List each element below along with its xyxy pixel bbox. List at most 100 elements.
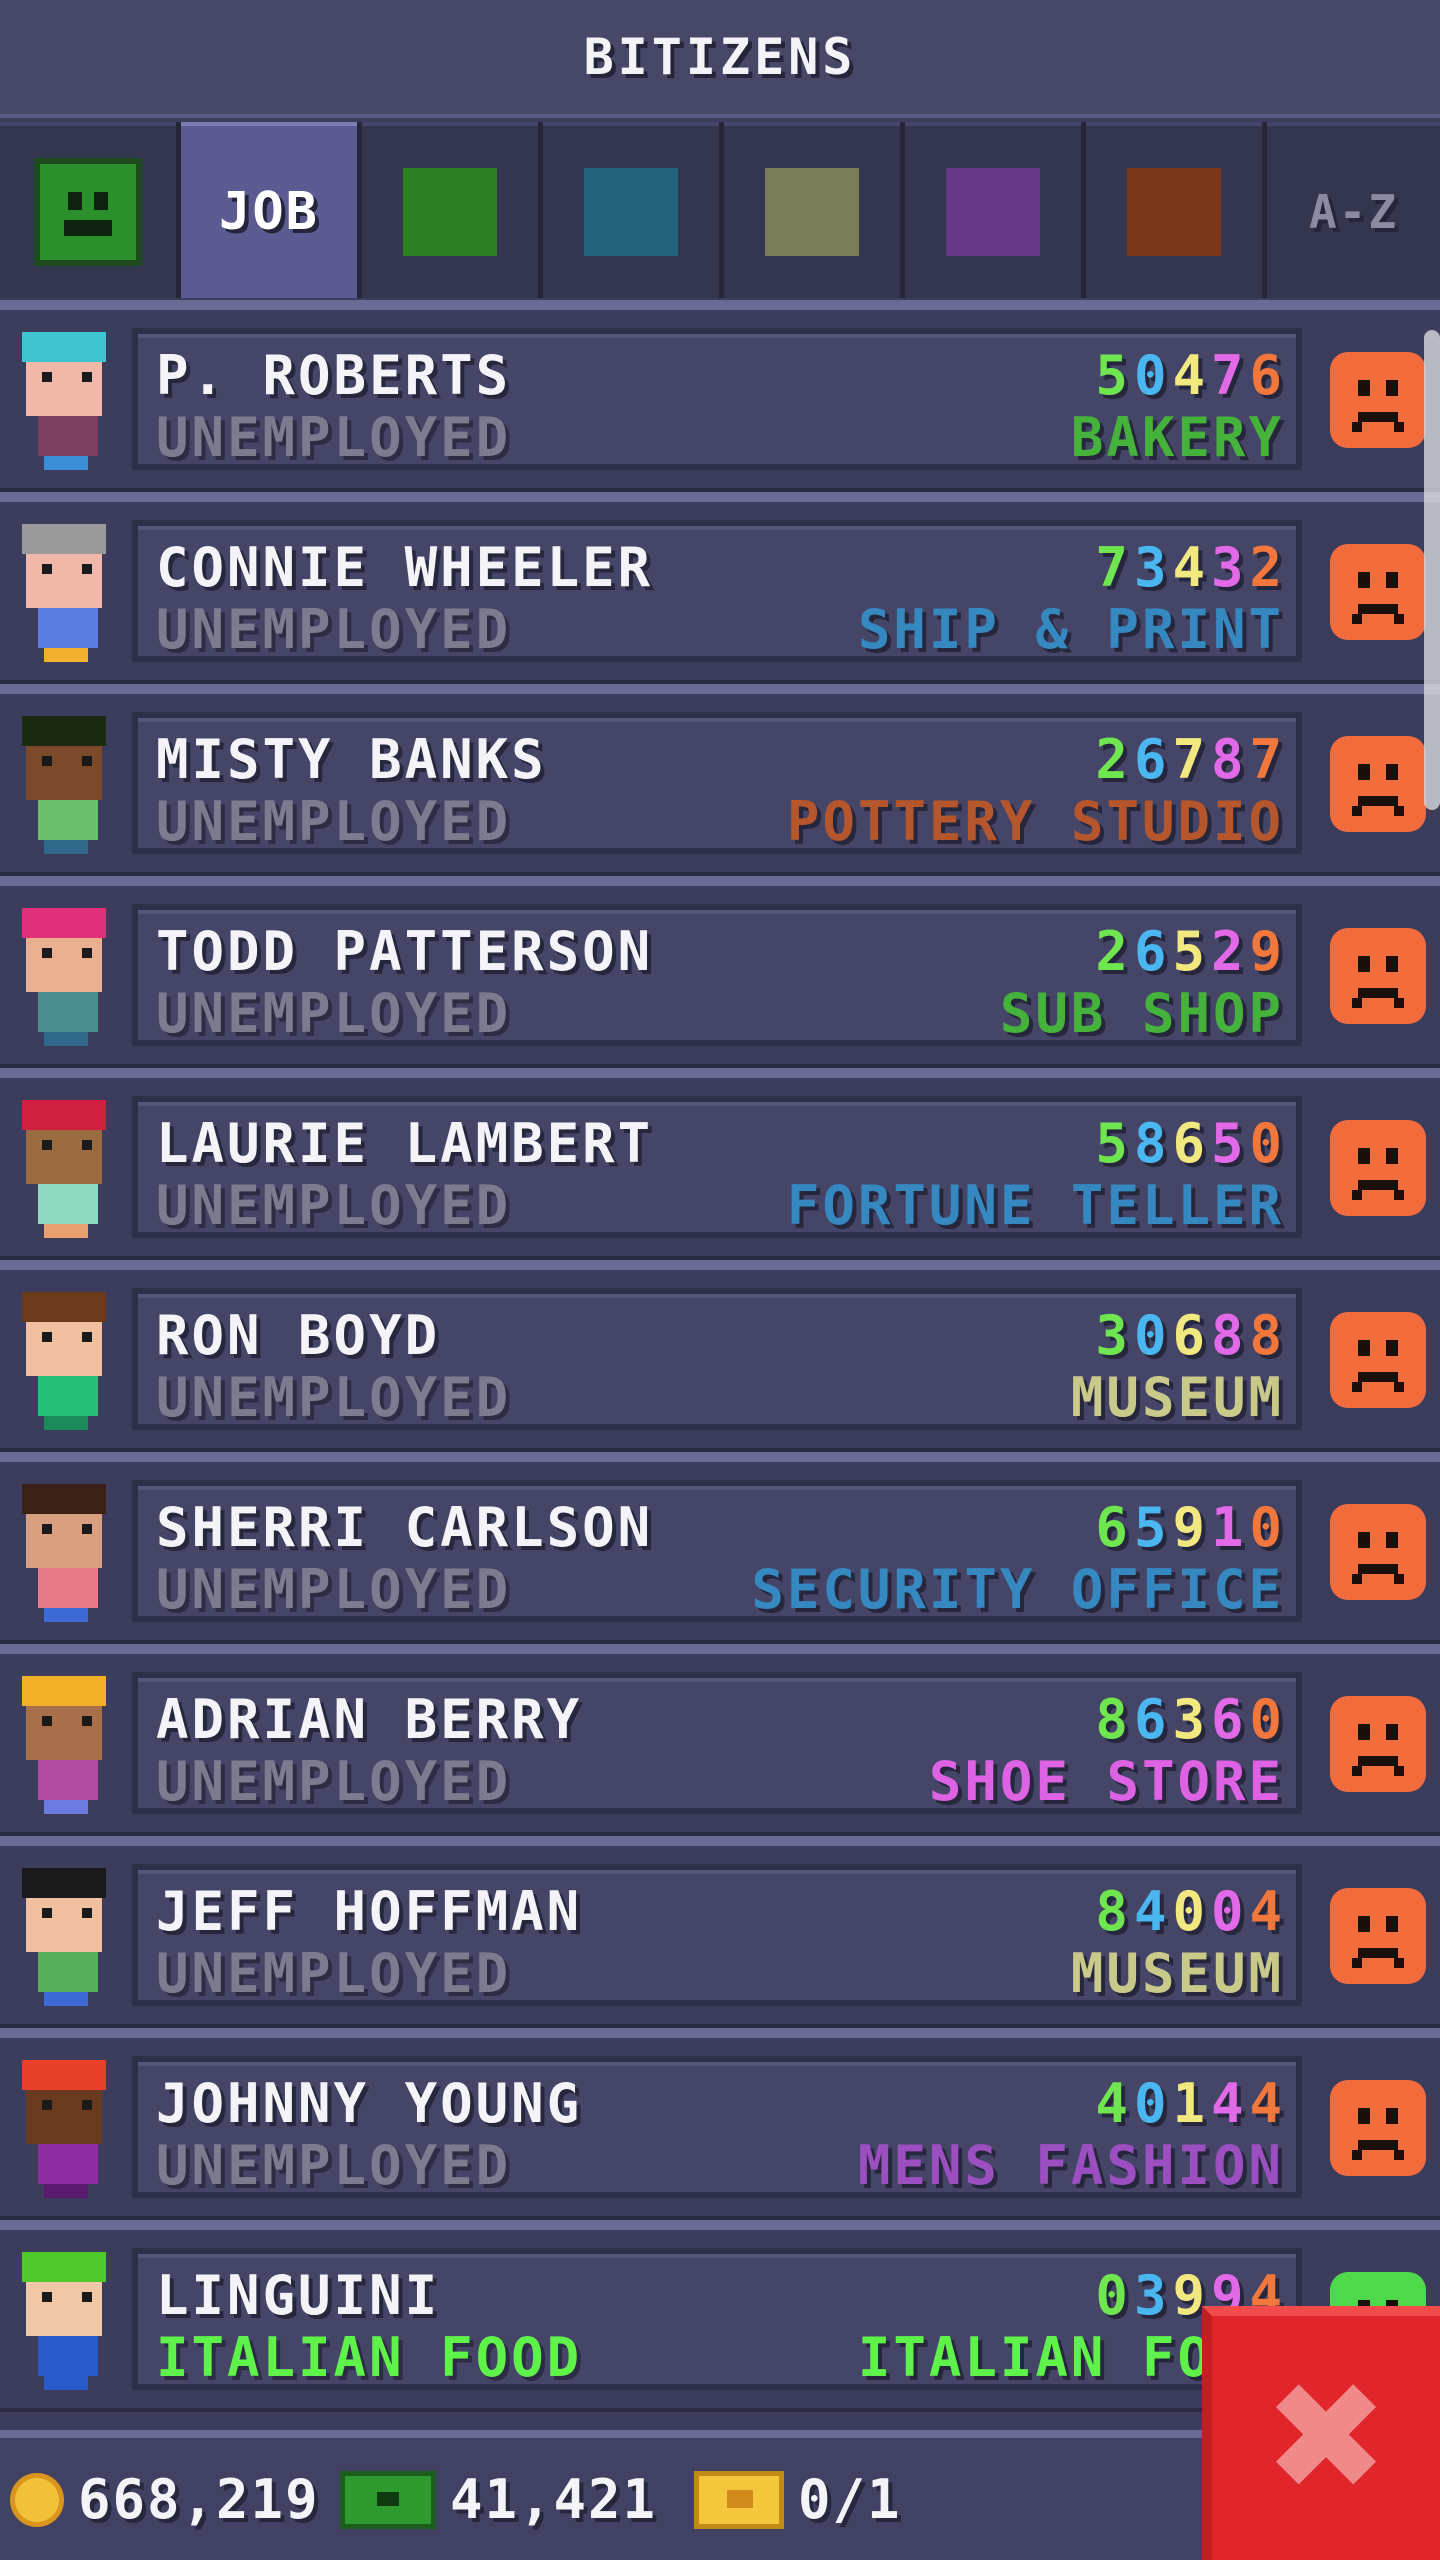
bitizen-card[interactable]: MISTY BANKS UNEMPLOYED 26787 POTTERY STU… (132, 712, 1302, 854)
tab-job[interactable]: JOB (181, 122, 357, 298)
skill-stats: 73432 (1095, 536, 1288, 599)
stat-digit: 9 (1172, 1496, 1211, 1559)
stat-digit: 8 (1249, 1304, 1288, 1367)
bux-icon (340, 2470, 436, 2529)
stat-digit: 3 (1133, 536, 1173, 599)
bitizen-name: P. ROBERTS (156, 344, 512, 407)
stat-digit: 5 (1172, 920, 1211, 983)
bitizen-row[interactable]: LAURIE LAMBERT UNEMPLOYED 58650 FORTUNE … (0, 1068, 1440, 1260)
tab-recreation[interactable] (724, 122, 900, 298)
sad-face-icon (1330, 2080, 1426, 2176)
bitizen-card[interactable]: P. ROBERTS UNEMPLOYED 50476 BAKERY (132, 328, 1302, 470)
stat-digit: 3 (1133, 2264, 1173, 2327)
stat-digit: 0 (1249, 1688, 1288, 1751)
skill-stats: 86360 (1095, 1688, 1288, 1751)
dream-job: POTTERY STUDIO (786, 790, 1284, 853)
bitizen-card[interactable]: LINGUINI ITALIAN FOOD 03994 ITALIAN FOOD (132, 2248, 1302, 2390)
tab-job-label: JOB (219, 182, 319, 242)
bitizen-card[interactable]: TODD PATTERSON UNEMPLOYED 26529 SUB SHOP (132, 904, 1302, 1046)
food-category-swatch (403, 168, 497, 256)
sad-face-icon (1330, 352, 1426, 448)
bitizen-avatar[interactable] (14, 1484, 114, 1624)
current-job: UNEMPLOYED (156, 1750, 512, 1813)
creative-category-swatch (1127, 168, 1221, 256)
dream-job: SECURITY OFFICE (751, 1558, 1284, 1621)
current-job: UNEMPLOYED (156, 1366, 512, 1429)
bitizen-card[interactable]: ADRIAN BERRY UNEMPLOYED 86360 SHOE STORE (132, 1672, 1302, 1814)
current-job: UNEMPLOYED (156, 1558, 512, 1621)
stat-digit: 1 (1172, 2072, 1211, 2135)
scrollbar[interactable] (1424, 330, 1440, 810)
stat-digit: 5 (1095, 344, 1134, 407)
skill-stats: 30688 (1095, 1304, 1288, 1367)
bitizen-list: P. ROBERTS UNEMPLOYED 50476 BAKERY CONNI… (0, 300, 1440, 2412)
current-job: UNEMPLOYED (156, 406, 512, 469)
dream-job: MENS FASHION (857, 2134, 1284, 2197)
stat-digit: 2 (1095, 920, 1134, 983)
close-button[interactable]: ✖ (1202, 2306, 1440, 2560)
bitizen-name: MISTY BANKS (156, 728, 547, 791)
tab-a-z[interactable]: A-Z (1267, 122, 1440, 298)
current-job: UNEMPLOYED (156, 982, 512, 1045)
stat-digit: 6 (1249, 344, 1288, 407)
bitizen-row[interactable]: MISTY BANKS UNEMPLOYED 26787 POTTERY STU… (0, 684, 1440, 876)
bitizen-row[interactable]: SHERRI CARLSON UNEMPLOYED 65910 SECURITY… (0, 1452, 1440, 1644)
bitizen-card[interactable]: RON BOYD UNEMPLOYED 30688 MUSEUM (132, 1288, 1302, 1430)
stat-digit: 5 (1133, 1496, 1173, 1559)
bitizen-card[interactable]: SHERRI CARLSON UNEMPLOYED 65910 SECURITY… (132, 1480, 1302, 1622)
tab-food[interactable] (362, 122, 538, 298)
bitizen-avatar[interactable] (14, 908, 114, 1048)
retail-category-swatch (946, 168, 1040, 256)
bitizen-row[interactable]: TODD PATTERSON UNEMPLOYED 26529 SUB SHOP (0, 876, 1440, 1068)
sad-face-icon (1330, 544, 1426, 640)
bitizen-avatar[interactable] (14, 716, 114, 856)
bitizen-name: JOHNNY YOUNG (156, 2072, 583, 2135)
smiley-face-icon (40, 164, 136, 260)
stat-digit: 7 (1249, 728, 1288, 791)
coins-display: 668,219 (10, 2468, 320, 2531)
current-job: UNEMPLOYED (156, 2134, 512, 2197)
coins-value: 668,219 (78, 2468, 320, 2531)
bitizen-avatar[interactable] (14, 1292, 114, 1432)
sad-face-icon (1330, 1696, 1426, 1792)
bitizen-name: SHERRI CARLSON (156, 1496, 654, 1559)
bitizen-card[interactable]: JOHNNY YOUNG UNEMPLOYED 40144 MENS FASHI… (132, 2056, 1302, 2198)
bitizen-avatar[interactable] (14, 332, 114, 472)
bitizen-row[interactable]: CONNIE WHEELER UNEMPLOYED 73432 SHIP & P… (0, 492, 1440, 684)
bitizen-avatar[interactable] (14, 1100, 114, 1240)
stat-digit: 0 (1210, 1880, 1250, 1943)
bitizen-avatar[interactable] (14, 1676, 114, 1816)
bitizen-row[interactable]: JEFF HOFFMAN UNEMPLOYED 84004 MUSEUM (0, 1836, 1440, 2028)
bitizen-row[interactable]: ADRIAN BERRY UNEMPLOYED 86360 SHOE STORE (0, 1644, 1440, 1836)
bitizen-card[interactable]: JEFF HOFFMAN UNEMPLOYED 84004 MUSEUM (132, 1864, 1302, 2006)
dream-job: MUSEUM (1070, 1366, 1284, 1429)
bitizen-card[interactable]: CONNIE WHEELER UNEMPLOYED 73432 SHIP & P… (132, 520, 1302, 662)
tab-creative[interactable] (1086, 122, 1262, 298)
stat-digit: 7 (1210, 344, 1250, 407)
bitizen-row[interactable]: JOHNNY YOUNG UNEMPLOYED 40144 MENS FASHI… (0, 2028, 1440, 2220)
bitizen-avatar[interactable] (14, 1868, 114, 2008)
stat-digit: 6 (1133, 920, 1173, 983)
bitizen-name: ADRIAN BERRY (156, 1688, 583, 1751)
bitizen-avatar[interactable] (14, 2252, 114, 2392)
stat-digit: 0 (1133, 1304, 1173, 1367)
tab-retail[interactable] (905, 122, 1081, 298)
bitizen-name: JEFF HOFFMAN (156, 1880, 583, 1943)
close-icon: ✖ (1263, 2351, 1389, 2525)
stat-digit: 0 (1172, 1880, 1211, 1943)
bitizen-row[interactable]: P. ROBERTS UNEMPLOYED 50476 BAKERY (0, 300, 1440, 492)
sad-face-icon (1330, 1504, 1426, 1600)
stat-digit: 4 (1249, 1880, 1288, 1943)
bitizen-name: CONNIE WHEELER (156, 536, 654, 599)
tab-happiness[interactable] (0, 122, 176, 298)
bitizen-card[interactable]: LAURIE LAMBERT UNEMPLOYED 58650 FORTUNE … (132, 1096, 1302, 1238)
skill-stats: 40144 (1095, 2072, 1288, 2135)
coin-icon (10, 2472, 64, 2527)
stat-digit: 6 (1172, 1304, 1211, 1367)
sad-face-icon (1330, 1312, 1426, 1408)
tab-service[interactable] (543, 122, 719, 298)
bitizen-avatar[interactable] (14, 2060, 114, 2200)
stat-digit: 8 (1095, 1880, 1134, 1943)
bitizen-avatar[interactable] (14, 524, 114, 664)
bitizen-row[interactable]: RON BOYD UNEMPLOYED 30688 MUSEUM (0, 1260, 1440, 1452)
